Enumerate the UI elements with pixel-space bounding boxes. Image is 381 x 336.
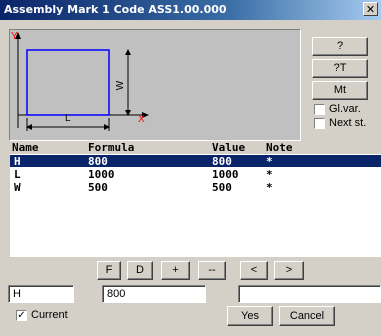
assembly-rectangle [26, 49, 110, 116]
remove-button[interactable]: -- [198, 261, 226, 280]
column-header-note: Note [266, 141, 293, 154]
next-step-check-box[interactable] [314, 117, 325, 129]
move-left-button[interactable]: < [240, 261, 268, 280]
title-bar: Assembly Mark 1 Code ASS1.00.000 ✕ [0, 0, 381, 20]
global-var-checkbox[interactable]: Gl.var. [314, 103, 361, 115]
global-var-label: Gl.var. [329, 103, 361, 115]
shape-drawing [15, 32, 149, 131]
y-axis-label: Y [11, 31, 18, 42]
next-step-checkbox[interactable]: Next st. [314, 117, 366, 129]
add-button[interactable]: + [161, 261, 190, 280]
current-label: Current [31, 309, 68, 321]
current-check-box[interactable]: ✓ [16, 309, 27, 321]
window-title: Assembly Mark 1 Code ASS1.00.000 [4, 3, 227, 16]
next-step-label: Next st. [329, 117, 367, 129]
d-button[interactable]: D [127, 261, 153, 280]
f-button[interactable]: F [97, 261, 121, 280]
close-icon: ✕ [365, 3, 376, 16]
table-header: Name Formula Value Note [10, 141, 381, 154]
table-row[interactable]: L 1000 1000 * [10, 168, 381, 181]
shape-preview: Y X W L [9, 29, 301, 141]
row-formula: 800 [88, 155, 108, 168]
help-button[interactable]: ? [312, 37, 368, 56]
name-field[interactable]: H [8, 285, 74, 303]
w-arrow-top-icon [125, 49, 131, 55]
l-dimension-label: L [65, 113, 71, 124]
cancel-button[interactable]: Cancel [279, 306, 335, 326]
column-header-name: Name [12, 141, 39, 154]
close-button[interactable]: ✕ [363, 2, 378, 16]
current-checkbox[interactable]: ✓ Current [16, 309, 68, 321]
help-topic-button[interactable]: ?T [312, 59, 368, 78]
w-dimension-label: W [115, 80, 127, 91]
table-row[interactable]: W 500 500 * [10, 181, 381, 194]
row-name: H [14, 155, 21, 168]
row-value: 800 [212, 155, 232, 168]
row-note: * [266, 168, 273, 181]
row-name: W [14, 181, 21, 194]
column-header-value: Value [212, 141, 246, 154]
x-axis-label: X [138, 114, 145, 125]
yes-button[interactable]: Yes [227, 306, 273, 326]
row-value: 1000 [212, 168, 239, 181]
variables-table[interactable]: Name Formula Value Note H 800 800 * L 10… [10, 141, 381, 257]
row-value: 500 [212, 181, 232, 194]
note-field[interactable] [238, 285, 381, 303]
row-note: * [266, 181, 273, 194]
row-note: * [266, 155, 273, 168]
table-row[interactable]: H 800 800 * [10, 155, 381, 168]
row-name: L [14, 168, 21, 181]
row-formula: 1000 [88, 168, 115, 181]
mt-button[interactable]: Mt [312, 81, 368, 100]
formula-field[interactable]: 800 [102, 285, 206, 303]
row-formula: 500 [88, 181, 108, 194]
global-var-check-box[interactable] [314, 103, 325, 115]
column-header-formula: Formula [88, 141, 135, 154]
move-right-button[interactable]: > [274, 261, 304, 280]
